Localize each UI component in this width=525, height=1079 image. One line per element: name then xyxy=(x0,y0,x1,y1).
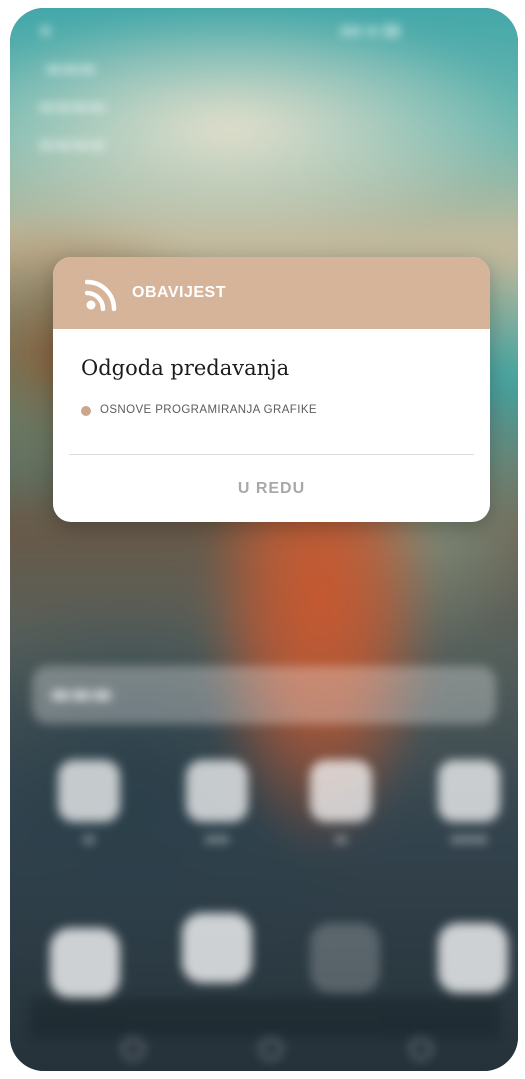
nav-recents-icon[interactable] xyxy=(410,1038,432,1060)
app-icon[interactable] xyxy=(310,760,372,822)
nav-back-icon[interactable] xyxy=(122,1038,144,1060)
phone-screen: ▪ ▪▪ ▪ ▮▮ ▬▬▬ ▬▬▬▬ ▬▬▬▬ ▬▬▬ ▬ ▬▬ ▬ ▬▬▬ xyxy=(10,8,518,1071)
notification-title: Odgoda predavanja xyxy=(81,356,290,380)
app-label: ▬▬ xyxy=(204,832,230,847)
app-icon[interactable] xyxy=(438,760,500,822)
dock-app-icon[interactable] xyxy=(438,923,508,993)
app-label: ▬▬▬ xyxy=(450,832,488,847)
dock-background xyxy=(30,998,500,1038)
status-bar-left: ▪ xyxy=(40,20,51,39)
weather-widget-line: ▬▬▬ xyxy=(45,58,97,79)
blurred-home-screen: ▪ ▪▪ ▪ ▮▮ ▬▬▬ ▬▬▬▬ ▬▬▬▬ ▬▬▬ ▬ ▬▬ ▬ ▬▬▬ xyxy=(10,8,518,1071)
rss-icon xyxy=(85,279,117,311)
dock-app-icon[interactable] xyxy=(50,928,120,998)
search-widget-logo: ▬▬▬ xyxy=(50,682,113,707)
course-color-dot xyxy=(81,406,91,416)
ok-button[interactable]: U REDU xyxy=(53,455,490,522)
app-label: ▬ xyxy=(82,832,96,847)
dock-app-icon[interactable] xyxy=(182,913,252,983)
dialog-header-label: OBAVIJEST xyxy=(132,284,226,301)
phone-app-icon[interactable] xyxy=(310,923,380,993)
weather-widget-line: ▬▬▬▬ xyxy=(38,96,107,117)
weather-widget-line: ▬▬▬▬ xyxy=(38,134,107,155)
nav-home-icon[interactable] xyxy=(260,1038,282,1060)
app-label: ▬ xyxy=(334,832,348,847)
status-bar-right: ▪▪ ▪ ▮▮ xyxy=(340,20,401,39)
dialog-header: OBAVIJEST xyxy=(53,257,490,329)
course-name: OSNOVE PROGRAMIRANJA GRAFIKE xyxy=(100,404,317,416)
app-icon[interactable] xyxy=(58,760,120,822)
app-icon[interactable] xyxy=(186,760,248,822)
notification-dialog: OBAVIJEST Odgoda predavanja OSNOVE PROGR… xyxy=(53,257,490,522)
